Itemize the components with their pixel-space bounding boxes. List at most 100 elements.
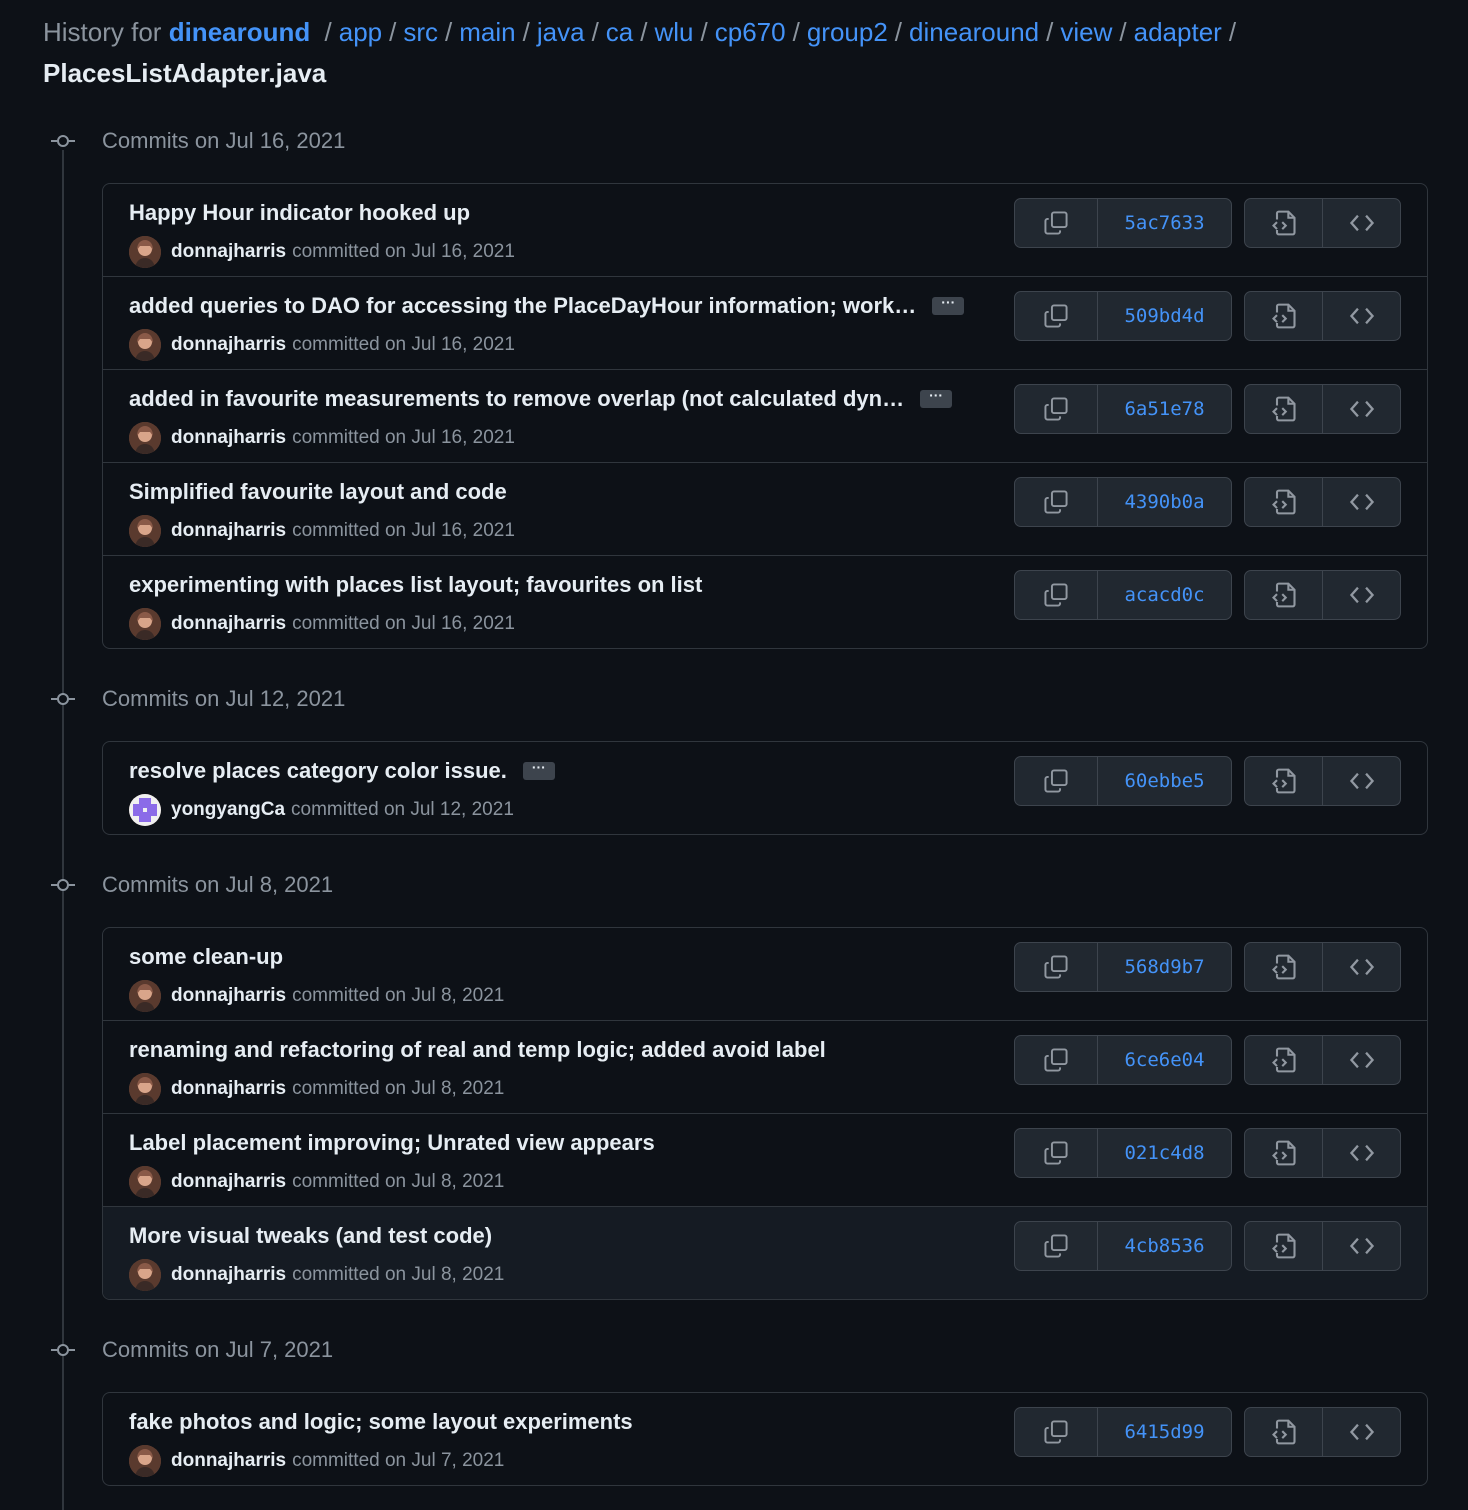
avatar[interactable]: [129, 1445, 161, 1477]
commit-browse-button-group: [1244, 570, 1401, 620]
commit-sha-link[interactable]: 6a51e78: [1097, 385, 1231, 433]
browse-repo-at-commit-button[interactable]: [1322, 571, 1400, 619]
commit-message-link[interactable]: added in favourite measurements to remov…: [129, 386, 904, 412]
commit-sha-link[interactable]: 60ebbe5: [1097, 757, 1231, 805]
copy-sha-button[interactable]: [1015, 1036, 1097, 1084]
breadcrumb-link[interactable]: adapter: [1134, 17, 1222, 47]
copy-sha-button[interactable]: [1015, 1408, 1097, 1456]
commit-message-link[interactable]: renaming and refactoring of real and tem…: [129, 1037, 826, 1063]
commit-message-link[interactable]: some clean-up: [129, 944, 283, 970]
avatar[interactable]: [129, 422, 161, 454]
view-file-at-commit-button[interactable]: [1245, 943, 1322, 991]
avatar[interactable]: [129, 1166, 161, 1198]
commit-message-link[interactable]: added queries to DAO for accessing the P…: [129, 293, 916, 319]
commit-author-link[interactable]: donnajharris: [171, 427, 286, 449]
copy-sha-button[interactable]: [1015, 478, 1097, 526]
copy-sha-button[interactable]: [1015, 199, 1097, 247]
breadcrumb-link[interactable]: cp670: [715, 17, 786, 47]
breadcrumb-link[interactable]: group2: [807, 17, 888, 47]
commit-message-link[interactable]: Label placement improving; Unrated view …: [129, 1130, 655, 1156]
browse-repo-at-commit-button[interactable]: [1322, 199, 1400, 247]
copy-sha-button[interactable]: [1015, 571, 1097, 619]
avatar[interactable]: [129, 1259, 161, 1291]
browse-repo-at-commit-button[interactable]: [1322, 385, 1400, 433]
copy-sha-button[interactable]: [1015, 943, 1097, 991]
commit-message-link[interactable]: More visual tweaks (and test code): [129, 1223, 492, 1249]
avatar[interactable]: [129, 236, 161, 268]
breadcrumb-link[interactable]: ca: [606, 17, 633, 47]
view-file-at-commit-button[interactable]: [1245, 757, 1322, 805]
commit-sha-link[interactable]: 6ce6e04: [1097, 1036, 1231, 1084]
commit-list: resolve places category color issue. ··· y…: [102, 741, 1428, 835]
view-file-at-commit-button[interactable]: [1245, 199, 1322, 247]
commit-message-link[interactable]: resolve places category color issue.: [129, 758, 507, 784]
copy-sha-button[interactable]: [1015, 385, 1097, 433]
view-file-at-commit-button[interactable]: [1245, 571, 1322, 619]
copy-sha-button[interactable]: [1015, 1129, 1097, 1177]
copy-sha-button[interactable]: [1015, 757, 1097, 805]
commit-row: added queries to DAO for accessing the P…: [103, 276, 1427, 369]
commit-sha-link[interactable]: 4cb8536: [1097, 1222, 1231, 1270]
commit-message-link[interactable]: Simplified favourite layout and code: [129, 479, 507, 505]
commit-sha-link[interactable]: 568d9b7: [1097, 943, 1231, 991]
view-file-at-commit-button[interactable]: [1245, 1129, 1322, 1177]
commit-author-link[interactable]: yongyangCa: [171, 799, 285, 821]
commit-sha-link[interactable]: 6415d99: [1097, 1408, 1231, 1456]
breadcrumb-link[interactable]: dinearound: [909, 17, 1039, 47]
view-file-at-commit-button[interactable]: [1245, 292, 1322, 340]
ellipsis-icon[interactable]: ···: [932, 295, 965, 315]
breadcrumb-link[interactable]: src: [403, 17, 438, 47]
breadcrumb-link[interactable]: wlu: [655, 17, 694, 47]
breadcrumb-repo-link[interactable]: dinearound: [169, 17, 311, 47]
breadcrumb-link[interactable]: app: [339, 17, 382, 47]
commit-author-link[interactable]: donnajharris: [171, 1264, 286, 1286]
view-file-at-commit-button[interactable]: [1245, 1036, 1322, 1084]
avatar[interactable]: [129, 980, 161, 1012]
commit-sha-link[interactable]: 509bd4d: [1097, 292, 1231, 340]
view-file-at-commit-button[interactable]: [1245, 1408, 1322, 1456]
commit-author-link[interactable]: donnajharris: [171, 334, 286, 356]
breadcrumb-link[interactable]: java: [537, 17, 585, 47]
commit-message: added queries to DAO for accessing the P…: [129, 293, 965, 319]
view-file-at-commit-button[interactable]: [1245, 385, 1322, 433]
browse-repo-at-commit-button[interactable]: [1322, 1222, 1400, 1270]
copy-sha-button[interactable]: [1015, 292, 1097, 340]
commit-author-link[interactable]: donnajharris: [171, 613, 286, 635]
commit-sha-link[interactable]: 021c4d8: [1097, 1129, 1231, 1177]
ellipsis-icon[interactable]: ···: [920, 388, 953, 408]
commit-sha-link[interactable]: acacd0c: [1097, 571, 1231, 619]
commit-author-link[interactable]: donnajharris: [171, 520, 286, 542]
browse-repo-at-commit-button[interactable]: [1322, 1129, 1400, 1177]
breadcrumb-link[interactable]: view: [1060, 17, 1112, 47]
breadcrumb-link[interactable]: main: [459, 17, 515, 47]
commit-browse-button-group: [1244, 384, 1401, 434]
avatar[interactable]: [129, 515, 161, 547]
browse-repo-at-commit-button[interactable]: [1322, 757, 1400, 805]
browse-repo-at-commit-button[interactable]: [1322, 943, 1400, 991]
commit-author-link[interactable]: donnajharris: [171, 1450, 286, 1472]
commit-author-link[interactable]: donnajharris: [171, 241, 286, 263]
commit-message-link[interactable]: Happy Hour indicator hooked up: [129, 200, 470, 226]
commit-author-link[interactable]: donnajharris: [171, 1171, 286, 1193]
browse-repo-at-commit-button[interactable]: [1322, 292, 1400, 340]
avatar[interactable]: [129, 329, 161, 361]
commit-message-link[interactable]: experimenting with places list layout; f…: [129, 572, 702, 598]
copy-sha-button[interactable]: [1015, 1222, 1097, 1270]
commit-author-link[interactable]: donnajharris: [171, 1078, 286, 1100]
avatar[interactable]: [129, 1073, 161, 1105]
commit-sha-link[interactable]: 5ac7633: [1097, 199, 1231, 247]
commit-sha-button-group: 021c4d8: [1014, 1128, 1232, 1178]
commit-group-title: Commits on Jul 8, 2021: [102, 872, 334, 897]
commit-message-link[interactable]: fake photos and logic; some layout exper…: [129, 1409, 633, 1435]
view-file-at-commit-button[interactable]: [1245, 1222, 1322, 1270]
avatar[interactable]: [129, 794, 161, 826]
commit-author-link[interactable]: donnajharris: [171, 985, 286, 1007]
browse-repo-at-commit-button[interactable]: [1322, 1036, 1400, 1084]
avatar[interactable]: [129, 608, 161, 640]
commit-sha-link[interactable]: 4390b0a: [1097, 478, 1231, 526]
browse-repo-at-commit-button[interactable]: [1322, 478, 1400, 526]
commit-date: committed on Jul 8, 2021: [292, 1171, 505, 1192]
browse-repo-at-commit-button[interactable]: [1322, 1408, 1400, 1456]
view-file-at-commit-button[interactable]: [1245, 478, 1322, 526]
ellipsis-icon[interactable]: ···: [522, 760, 555, 780]
